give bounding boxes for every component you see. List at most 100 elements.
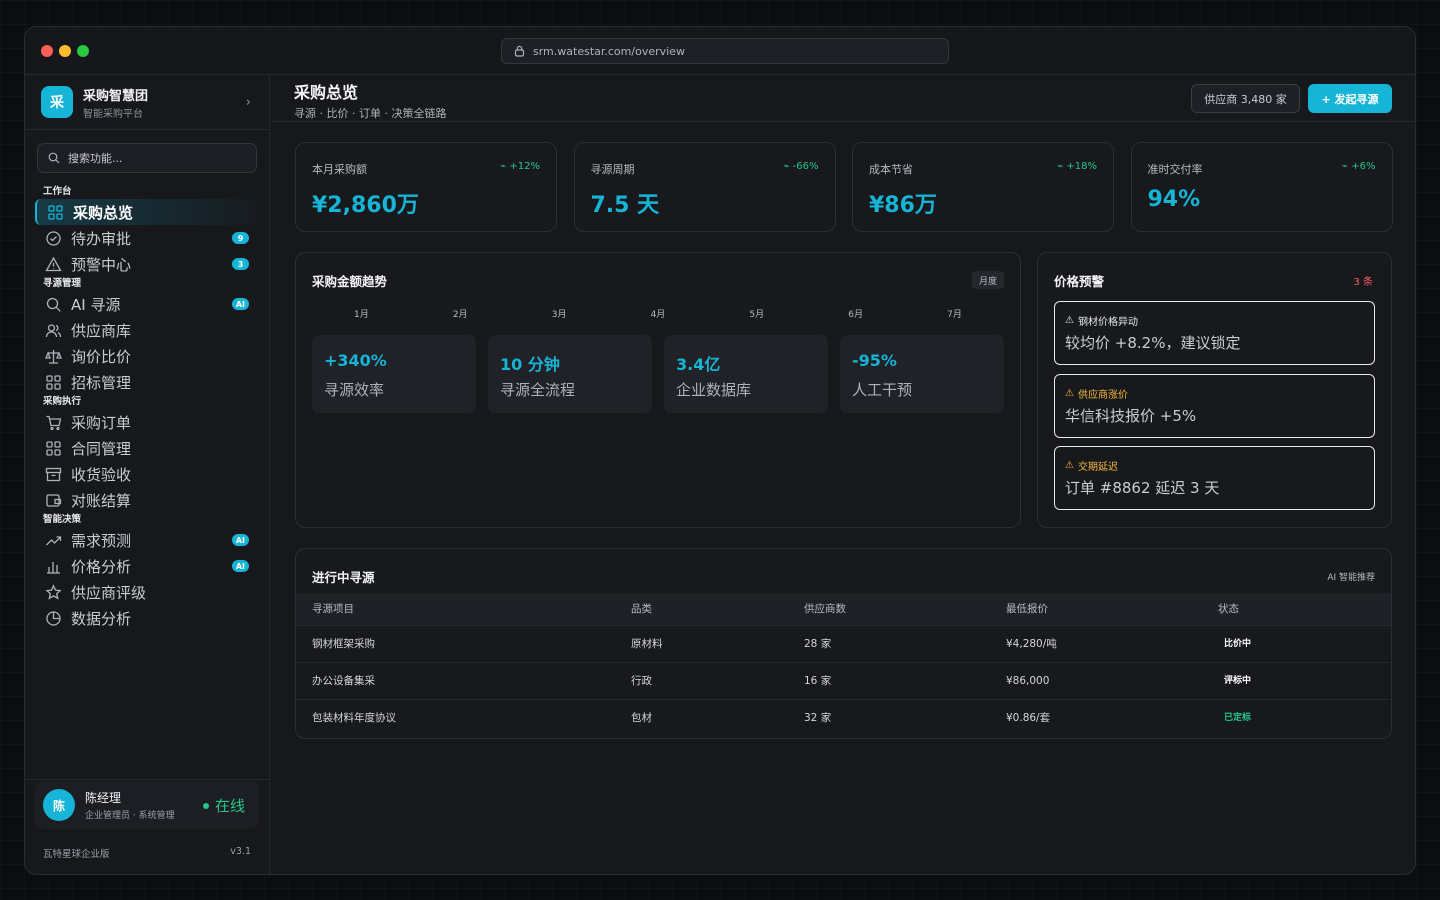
month-label: 7月 (947, 310, 962, 320)
month-label: 4月 (650, 310, 666, 320)
stat-tile: +340% 寻源效率 (312, 335, 476, 413)
trend-up-icon: ⌁ (783, 161, 793, 172)
alert-item[interactable]: ⚠ 交期延迟 订单 #8862 延迟 3 天 (1054, 446, 1375, 510)
maximize-window-button[interactable] (77, 45, 89, 57)
supplier-count-button[interactable]: 供应商 3,480 家 (1191, 84, 1300, 113)
stat-label: 企业数据库 (676, 381, 752, 399)
brand-name: 采购智慧团 (83, 88, 149, 104)
sidebar-item[interactable]: 对账结算 (25, 487, 269, 513)
sidebar-item-label: 采购总览 (73, 203, 134, 222)
page-title: 采购总览 (294, 83, 359, 102)
table-row[interactable]: 钢材框架采购 原材料 28 家 ¥4,280/吨 比价中 (296, 626, 1391, 663)
count-badge: 3 (232, 258, 249, 270)
nav-section-title: 采购执行 (43, 396, 82, 407)
period-tag[interactable]: 月度 (971, 271, 1004, 289)
sidebar-item-label: 数据分析 (71, 609, 132, 628)
lock-icon (514, 45, 525, 57)
sidebar-item[interactable]: AI 寻源 AI (25, 291, 269, 317)
sidebar-item[interactable]: 招标管理 (25, 369, 269, 395)
table-cell: ¥0.86/套 (1006, 712, 1051, 724)
title-bar: srm.watestar.com/overview (25, 27, 1415, 75)
sidebar-item[interactable]: 采购总览 (35, 199, 257, 225)
sourcing-title: 进行中寻源 (312, 570, 375, 585)
stat-tile: -95% 人工干预 (840, 335, 1004, 413)
kpi-card: 寻源周期 ⌁ -66% 7.5 天 (573, 142, 836, 232)
close-window-button[interactable] (41, 45, 53, 57)
sidebar-item-label: 待办审批 (71, 229, 132, 248)
sidebar-item[interactable]: 收货验收 (25, 461, 269, 487)
month-label: 3月 (551, 310, 567, 320)
stat-value: +340% (324, 351, 387, 370)
kpi-card: 成本节省 ⌁ +18% ¥86万 (852, 142, 1114, 232)
table-cell: 办公设备集采 (312, 675, 375, 687)
sidebar-item[interactable]: 采购订单 (25, 409, 269, 435)
kpi-delta: ⌁ -66% (783, 161, 818, 172)
status-badge: 比价中 (1224, 639, 1252, 649)
sidebar-item-label: 供应商库 (71, 321, 132, 340)
stat-tile: 10 分钟 寻源全流程 (488, 335, 652, 413)
search-placeholder: 搜索功能... (68, 152, 123, 165)
alert-count: 3 条 (1353, 277, 1373, 288)
sidebar-item-label: 供应商评级 (71, 583, 147, 602)
kpi-label: 寻源周期 (590, 163, 635, 176)
warning-icon (45, 256, 62, 273)
sidebar-item[interactable]: 价格分析 AI (25, 553, 269, 579)
brand-logo: 采 (41, 86, 73, 118)
brand-subtitle: 智能采购平台 (83, 108, 143, 120)
main-content: 采购总览 寻源 · 比价 · 订单 · 决策全链路 供应商 3,480 家 + … (271, 75, 1415, 874)
table-row[interactable]: 包装材料年度协议 包材 32 家 ¥0.86/套 已定标 (296, 700, 1391, 737)
address-bar[interactable]: srm.watestar.com/overview (501, 38, 949, 64)
month-label: 2月 (452, 310, 468, 320)
minimize-window-button[interactable] (59, 45, 71, 57)
stat-value: -95% (852, 351, 897, 370)
users-icon (45, 322, 62, 339)
user-card[interactable]: 陈 陈经理 企业管理员 · 系统管理 在线 (35, 781, 259, 829)
sidebar-item[interactable]: 供应商库 (25, 317, 269, 343)
brand-switcher[interactable]: 采 采购智慧团 智能采购平台 › (25, 75, 269, 130)
start-sourcing-button[interactable]: + 发起寻源 (1308, 84, 1392, 113)
sidebar-item[interactable]: 数据分析 (25, 605, 269, 631)
column-header: 最低报价 (1006, 603, 1048, 615)
alert-item-title-text: 供应商涨价 (1077, 389, 1128, 401)
page-subtitle: 寻源 · 比价 · 订单 · 决策全链路 (294, 107, 447, 120)
app-window: srm.watestar.com/overview 采 采购智慧团 智能采购平台… (24, 26, 1416, 875)
table-cell: ¥86,000 (1006, 675, 1050, 687)
chevron-right-icon: › (245, 95, 251, 110)
kpi-delta-value: +6% (1351, 161, 1376, 172)
trend-title: 采购金额趋势 (312, 274, 388, 289)
sidebar-item[interactable]: 待办审批 9 (25, 225, 269, 251)
sidebar-item[interactable]: 合同管理 (25, 435, 269, 461)
sidebar-item[interactable]: 询价比价 (25, 343, 269, 369)
alert-item[interactable]: ⚠ 钢材价格异动 较均价 +8.2%，建议锁定 (1054, 301, 1375, 365)
price-alert-card: 价格预警 3 条 ⚠ 钢材价格异动 较均价 +8.2%，建议锁定 ⚠ 供应商涨价 华… (1037, 252, 1392, 528)
alert-item-body: 订单 #8862 延迟 3 天 (1065, 479, 1220, 497)
kpi-card: 准时交付率 ⌁ +6% 94% (1130, 142, 1393, 232)
scale-icon (45, 348, 62, 365)
status-badge: 已定标 (1224, 713, 1252, 723)
count-badge: AI (231, 298, 249, 310)
table-cell: 行政 (631, 675, 652, 687)
sidebar-item[interactable]: 供应商评级 (25, 579, 269, 605)
user-role: 企业管理员 · 系统管理 (85, 811, 175, 821)
table-row[interactable]: 办公设备集采 行政 16 家 ¥86,000 评标中 (296, 663, 1391, 700)
sidebar-item-label: 价格分析 (71, 557, 132, 576)
kpi-delta: ⌁ +18% (1057, 161, 1097, 172)
sidebar-item-label: 询价比价 (71, 347, 132, 366)
count-badge: AI (231, 534, 249, 546)
alert-item[interactable]: ⚠ 供应商涨价 华信科技报价 +5% (1054, 373, 1375, 438)
stat-tile: 3.4亿 企业数据库 (664, 335, 828, 413)
table-cell: 包装材料年度协议 (312, 712, 396, 724)
wallet-icon (45, 492, 62, 509)
stat-label: 人工干预 (852, 381, 913, 399)
table-cell: 16 家 (804, 675, 832, 687)
sidebar-nav: 工作台 采购总览 待办审批 9 预警中心 3 寻源管理 AI 寻源 AI 供应商库 询价比价 招标管理… (25, 185, 269, 631)
stat-value: 10 分钟 (500, 355, 560, 374)
column-header: 供应商数 (804, 603, 846, 615)
search-input[interactable]: 搜索功能... (37, 143, 257, 173)
pie-icon (45, 610, 62, 627)
archive-icon (45, 466, 62, 483)
trend-up-icon: ⌁ (500, 161, 510, 172)
sidebar-item[interactable]: 需求预测 AI (25, 527, 269, 553)
sidebar-item[interactable]: 预警中心 3 (25, 251, 269, 277)
kpi-delta-value: +12% (509, 161, 540, 172)
